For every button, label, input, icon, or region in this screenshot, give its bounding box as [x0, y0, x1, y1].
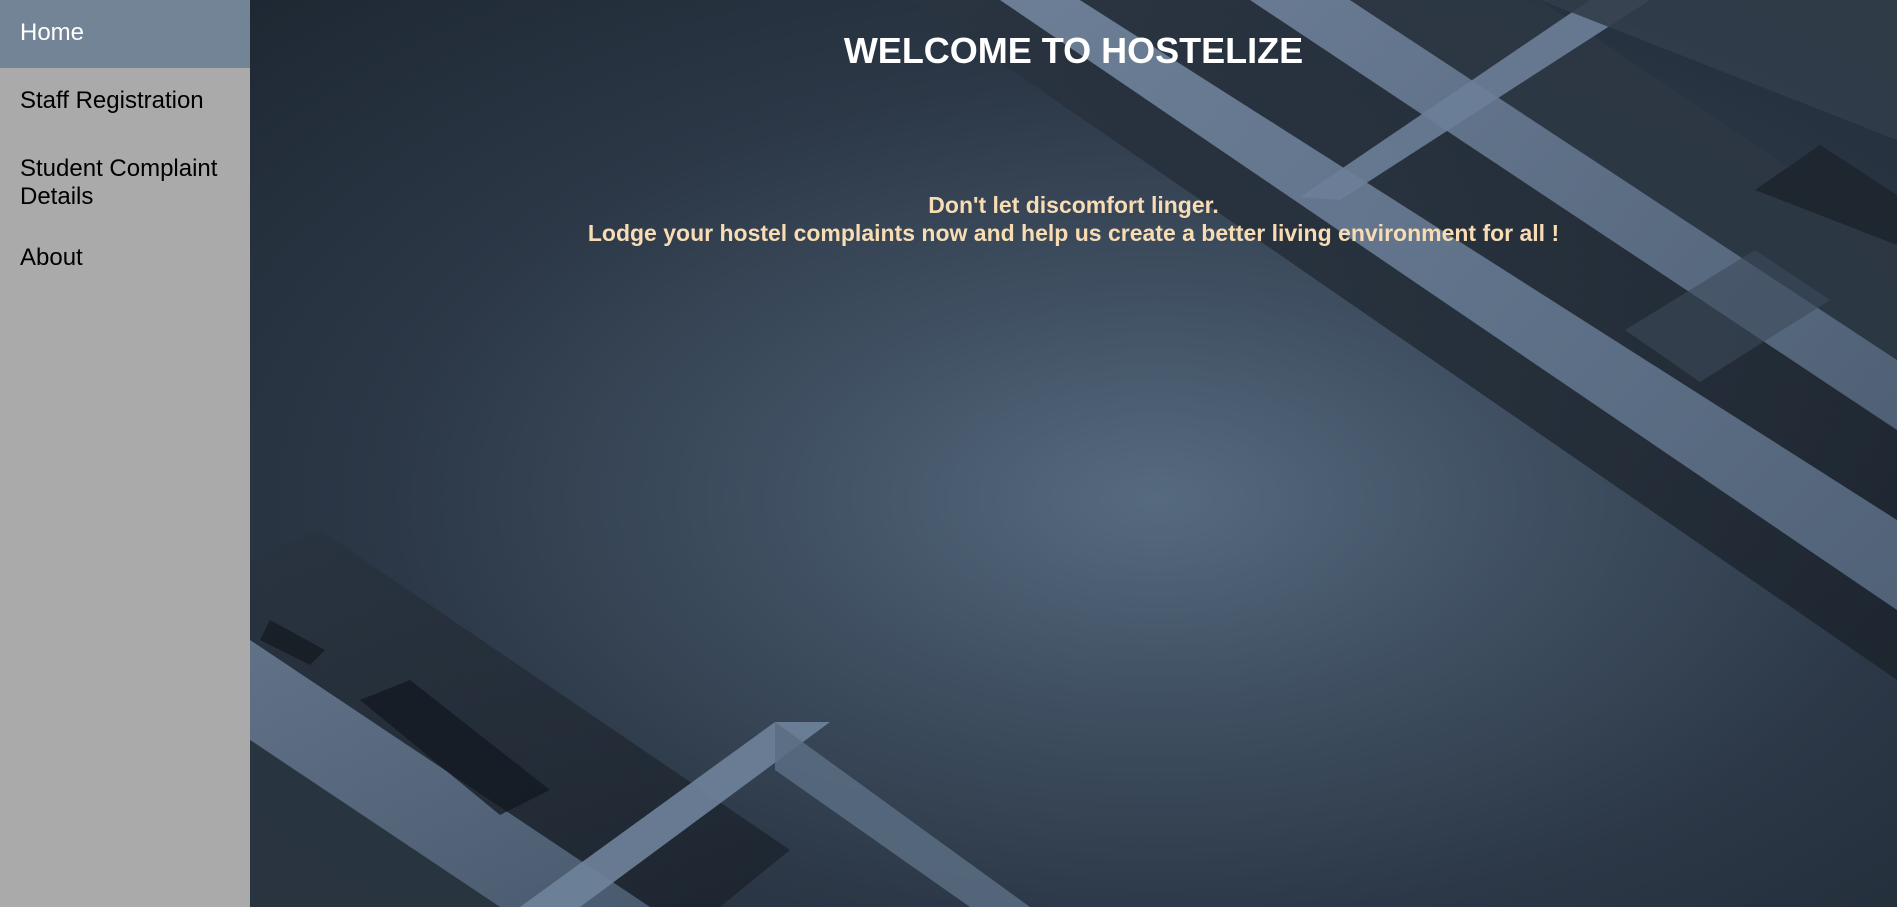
sidebar-item-staff-registration[interactable]: Staff Registration: [0, 68, 250, 136]
background-art: [250, 0, 1897, 907]
page-title: WELCOME TO HOSTELIZE: [843, 30, 1304, 71]
sidebar-item-about[interactable]: About: [0, 218, 250, 286]
tagline: Don't let discomfort linger. Lodge your …: [250, 191, 1897, 247]
sidebar: Home Staff Registration Student Complain…: [0, 0, 250, 907]
sidebar-item-home[interactable]: Home: [0, 0, 250, 68]
tagline-line-1: Don't let discomfort linger.: [928, 192, 1219, 218]
app-window: Home Staff Registration Student Complain…: [0, 0, 1897, 907]
main-content: WELCOME TO HOSTELIZE Don't let discomfor…: [250, 0, 1897, 907]
tagline-line-2: Lodge your hostel complaints now and hel…: [587, 220, 1560, 246]
sidebar-item-student-complaint-details[interactable]: Student Complaint Details: [0, 136, 250, 218]
